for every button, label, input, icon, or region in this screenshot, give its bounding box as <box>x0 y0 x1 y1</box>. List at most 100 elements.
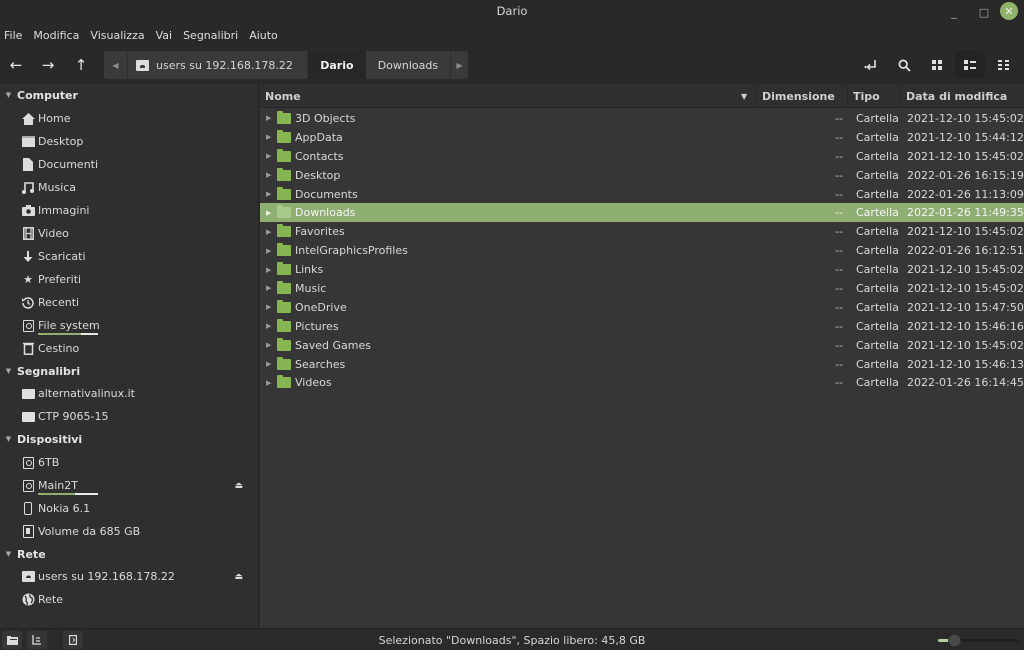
sidebar-item-main2t[interactable]: Main2T ⏏ <box>0 474 259 497</box>
expand-triangle-icon[interactable]: ▶ <box>266 247 271 255</box>
folder-icon <box>277 167 291 181</box>
path-segment-dario[interactable]: Dario <box>307 51 366 79</box>
column-header-name[interactable]: Nome <box>260 84 757 108</box>
music-icon <box>21 181 35 195</box>
menu-modifica[interactable]: Modifica <box>33 29 86 42</box>
menu-segnalibri[interactable]: Segnalibri <box>183 29 245 42</box>
sidebar-item-documenti[interactable]: Documenti <box>0 153 259 176</box>
eject-icon[interactable]: ⏏ <box>234 481 243 491</box>
file-row[interactable]: ▶ 3D Objects -- Cartella 2021-12-10 15:45:02 <box>260 109 1024 128</box>
sidebar-item-network-share[interactable]: users su 192.168.178.22 ⏏ <box>0 565 259 588</box>
sidebar-item-desktop[interactable]: Desktop <box>0 130 259 153</box>
file-modified: 2022-01-26 16:14:45 <box>907 376 1024 390</box>
file-name: IntelGraphicsProfiles <box>295 244 408 258</box>
expand-triangle-icon[interactable]: ▶ <box>266 303 271 311</box>
file-row[interactable]: ▶ Contacts -- Cartella 2021-12-10 15:45:02 <box>260 147 1024 166</box>
column-header-modified[interactable]: Data di modifica <box>901 84 1024 108</box>
sidebar-item-rete[interactable]: Rete <box>0 588 259 611</box>
sidebar-item-recenti[interactable]: Recenti <box>0 291 259 314</box>
sidebar-item-musica[interactable]: Musica <box>0 176 259 199</box>
file-type: Cartella <box>856 281 899 295</box>
file-row[interactable]: ▶ Favorites -- Cartella 2021-12-10 15:45:02 <box>260 222 1024 241</box>
sidebar-item-immagini[interactable]: Immagini <box>0 199 259 222</box>
search-button[interactable] <box>889 51 919 79</box>
maximize-button[interactable]: □ <box>974 2 994 22</box>
expand-triangle-icon[interactable]: ▶ <box>266 209 271 217</box>
title-bar: Dario _ □ ✕ <box>0 0 1024 24</box>
file-type: Cartella <box>856 338 899 352</box>
file-row[interactable]: ▶ Music -- Cartella 2021-12-10 15:45:02 <box>260 279 1024 298</box>
sidebar-item-6tb[interactable]: 6TB <box>0 451 259 474</box>
sidebar-item-home[interactable]: Home <box>0 107 259 130</box>
forward-button[interactable]: → <box>35 52 61 78</box>
icon-view-button[interactable] <box>922 51 952 79</box>
column-header-size[interactable]: Dimensione <box>757 84 848 108</box>
sidebar-item-bookmark[interactable]: alternativalinux.it <box>0 382 259 405</box>
file-row[interactable]: ▶ Pictures -- Cartella 2021-12-10 15:46:16 <box>260 317 1024 336</box>
expand-triangle-icon[interactable]: ▶ <box>266 228 271 236</box>
phone-icon <box>21 502 35 516</box>
sidebar-section-segnalibri[interactable]: ▼ Segnalibri <box>0 360 80 382</box>
menu-visualizza[interactable]: Visualizza <box>90 29 151 42</box>
file-name: Desktop <box>295 168 341 182</box>
zoom-slider-handle[interactable] <box>948 634 961 647</box>
file-row[interactable]: ▶ AppData -- Cartella 2021-12-10 15:44:12 <box>260 128 1024 147</box>
sidebar-item-file-system[interactable]: File system <box>0 314 259 337</box>
expand-triangle-icon[interactable]: ▶ <box>266 322 271 330</box>
expand-triangle-icon[interactable]: ▶ <box>266 133 271 141</box>
file-row[interactable]: ▶ Saved Games -- Cartella 2021-12-10 15:45:0… <box>260 336 1024 355</box>
expand-triangle-icon[interactable]: ▶ <box>266 171 271 179</box>
sidebar-section-rete[interactable]: ▼ Rete <box>0 543 46 565</box>
file-row[interactable]: ▶ Videos -- Cartella 2022-01-26 16:14:45 <box>260 373 1024 392</box>
up-button[interactable]: ↑ <box>68 52 94 78</box>
sidebar-item-preferiti[interactable]: ★ Preferiti <box>0 268 259 291</box>
compact-view-button[interactable] <box>989 51 1019 79</box>
back-button[interactable]: ← <box>3 52 29 78</box>
file-row[interactable]: ▶ Documents -- Cartella 2022-01-26 11:13:09 <box>260 185 1024 204</box>
expand-triangle-icon[interactable]: ▶ <box>266 341 271 349</box>
eject-icon[interactable]: ⏏ <box>234 572 243 582</box>
list-view-button[interactable] <box>955 51 985 79</box>
sidebar-section-computer[interactable]: ▼ Computer <box>0 84 78 106</box>
file-row[interactable]: ▶ IntelGraphicsProfiles -- Cartella 2022-01-… <box>260 241 1024 260</box>
menu-vai[interactable]: Vai <box>156 29 179 42</box>
expand-triangle-icon[interactable]: ▶ <box>266 266 271 274</box>
expand-triangle-icon[interactable]: ▶ <box>266 284 271 292</box>
sidebar-item-bookmark[interactable]: CTP 9065-15 <box>0 405 259 428</box>
zoom-slider[interactable] <box>938 634 1018 647</box>
sort-descending-icon: ▼ <box>741 92 748 101</box>
expand-triangle-icon[interactable]: ▶ <box>266 379 271 387</box>
file-row[interactable]: ▶ Links -- Cartella 2021-12-10 15:45:02 <box>260 260 1024 279</box>
path-scroll-right-button[interactable]: ▶ <box>449 51 468 79</box>
sidebar-item-volume[interactable]: Volume da 685 GB <box>0 520 259 543</box>
close-button[interactable]: ✕ <box>1000 2 1018 20</box>
toggle-location-button[interactable] <box>856 51 886 79</box>
sidebar-item-video[interactable]: Video <box>0 222 259 245</box>
file-row[interactable]: ▶ Desktop -- Cartella 2022-01-26 16:15:19 <box>260 166 1024 185</box>
expand-triangle-icon[interactable]: ▶ <box>266 152 271 160</box>
path-scroll-left-button[interactable]: ◀ <box>104 51 128 79</box>
section-title: Dispositivi <box>17 432 83 446</box>
column-header-type[interactable]: Tipo <box>848 84 901 108</box>
sidebar-item-cestino[interactable]: Cestino <box>0 337 259 360</box>
file-type: Cartella <box>856 357 899 371</box>
sidebar-item-nokia[interactable]: Nokia 6.1 <box>0 497 259 520</box>
file-name: Videos <box>295 376 332 390</box>
path-segment-downloads[interactable]: Downloads <box>365 51 450 79</box>
menu-file[interactable]: File <box>4 29 29 42</box>
file-row[interactable]: ▶ OneDrive -- Cartella 2021-12-10 15:47:50 <box>260 298 1024 317</box>
minimize-button[interactable]: _ <box>944 2 964 22</box>
sidebar-item-label: Nokia 6.1 <box>38 502 91 515</box>
file-row[interactable]: ▶ Downloads -- Cartella 2022-01-26 11:49:35 <box>260 203 1024 223</box>
section-title: Segnalibri <box>17 364 81 378</box>
file-row[interactable]: ▶ Searches -- Cartella 2021-12-10 15:46:13 <box>260 355 1024 374</box>
grid-icon <box>932 60 942 70</box>
expand-triangle-icon[interactable]: ▶ <box>266 114 271 122</box>
path-segment-share[interactable]: users su 192.168.178.22 <box>128 51 308 79</box>
sidebar-section-dispositivi[interactable]: ▼ Dispositivi <box>0 428 82 450</box>
expand-triangle-icon[interactable]: ▶ <box>266 190 271 198</box>
sidebar-item-scaricati[interactable]: Scaricati <box>0 245 259 268</box>
expand-triangle-icon[interactable]: ▶ <box>266 360 271 368</box>
file-name: Pictures <box>295 319 339 333</box>
menu-aiuto[interactable]: Aiuto <box>249 29 285 42</box>
